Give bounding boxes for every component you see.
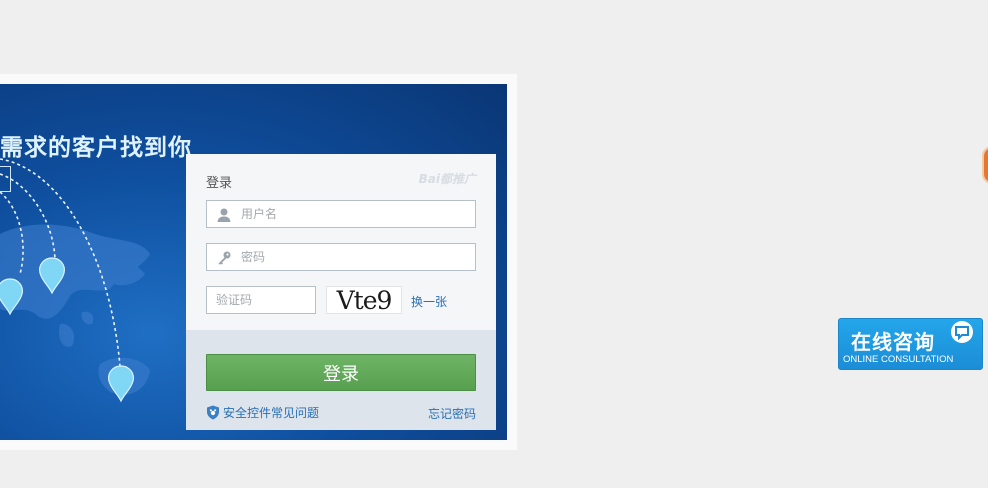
consult-title-cn: 在线咨询 [851,330,935,354]
side-floating-tab[interactable] [982,146,988,184]
key-icon [218,251,231,265]
map-pin-icon [0,278,23,316]
forgot-password-link[interactable]: 忘记密码 [428,405,476,422]
chat-bubble-icon [951,321,973,343]
username-field[interactable] [206,200,476,228]
password-input[interactable] [241,244,471,270]
captcha-image[interactable]: Vte9 [326,286,402,314]
captcha-refresh-link[interactable]: 换一张 [411,293,447,310]
password-field[interactable] [206,243,476,271]
shield-icon [207,405,219,420]
user-icon [217,208,231,222]
captcha-input[interactable] [216,287,311,313]
captcha-field[interactable] [206,286,316,314]
brand-watermark: Bai都推广 [418,172,476,186]
login-button[interactable]: 登录 [206,354,476,391]
map-pin-icon [108,365,134,403]
login-panel: 登录 Bai都推广 Vte9 换一张 登录 安全控件常见问题 忘记密码 [186,154,496,430]
security-faq-link[interactable]: 安全控件常见问题 [206,404,319,421]
online-consultation-button[interactable]: 在线咨询 ONLINE CONSULTATION [838,318,983,370]
map-pin-icon [39,257,65,295]
login-title: 登录 [206,176,233,191]
consult-title-en: ONLINE CONSULTATION [843,354,954,365]
username-input[interactable] [241,201,471,227]
security-faq-label: 安全控件常见问题 [223,406,320,420]
